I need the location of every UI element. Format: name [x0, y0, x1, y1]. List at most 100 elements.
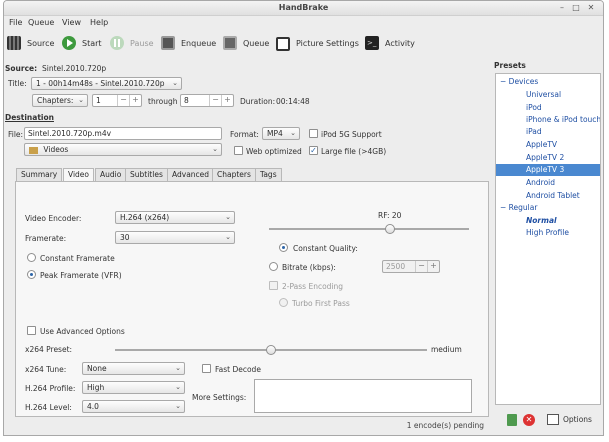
preset-item[interactable]: AppleTV 2	[496, 152, 600, 164]
menu-queue[interactable]: Queue	[28, 18, 54, 27]
tab-tags[interactable]: Tags	[255, 168, 282, 181]
preset-item-selected[interactable]: AppleTV 3	[496, 164, 600, 176]
two-pass-checkbox[interactable]	[269, 281, 278, 290]
increment-icon[interactable]: +	[221, 95, 233, 106]
pause-button[interactable]: Pause	[110, 36, 156, 52]
increment-icon[interactable]: +	[427, 261, 439, 272]
maximize-button[interactable]: □	[571, 3, 581, 13]
file-input[interactable]: Sintel.2010.720p.m4v	[24, 127, 222, 140]
bitrate-label: Bitrate (kbps):	[282, 263, 336, 272]
advanced-options-checkbox[interactable]	[27, 326, 36, 335]
range-end-value: 8	[184, 96, 189, 105]
close-button[interactable]: ✕	[586, 3, 596, 13]
preset-item[interactable]: Android Tablet	[496, 190, 600, 202]
preset-item[interactable]: iPod	[496, 102, 600, 114]
window-title: HandBrake	[278, 3, 329, 12]
large-file-checkbox[interactable]: ✓	[309, 146, 318, 155]
decrement-icon[interactable]: −	[415, 261, 427, 272]
preset-slider-knob[interactable]	[266, 345, 276, 355]
options-icon	[547, 414, 559, 425]
add-preset-icon	[507, 414, 517, 426]
constant-framerate-radio[interactable]	[27, 253, 36, 262]
preset-item[interactable]: iPad	[496, 126, 600, 138]
enqueue-button[interactable]: Enqueue	[161, 36, 219, 52]
enqueue-icon	[161, 36, 175, 50]
increment-icon[interactable]: +	[129, 95, 141, 106]
tab-video[interactable]: Video	[63, 168, 95, 182]
options-button[interactable]: Options	[547, 413, 597, 427]
framerate-select[interactable]: 30 ⌄	[115, 231, 235, 244]
tab-chapters[interactable]: Chapters	[212, 168, 256, 181]
start-button-label: Start	[82, 39, 102, 48]
chevron-down-icon: ⌄	[175, 364, 181, 372]
decrement-icon[interactable]: −	[117, 95, 129, 106]
range-start-value: 1	[96, 96, 101, 105]
menu-help[interactable]: Help	[90, 18, 108, 27]
start-button[interactable]: Start	[62, 36, 104, 52]
quality-slider-track[interactable]	[269, 228, 469, 230]
fast-decode-checkbox[interactable]	[202, 364, 211, 373]
x264-tune-label: x264 Tune:	[25, 365, 67, 374]
constant-quality-label: Constant Quality:	[293, 244, 358, 253]
source-button[interactable]: Source	[7, 36, 57, 52]
peak-framerate-label: Peak Framerate (VFR)	[40, 271, 122, 280]
advanced-options-label: Use Advanced Options	[40, 327, 125, 336]
h264-profile-value: High	[87, 383, 105, 392]
collapse-icon: −	[500, 203, 509, 212]
range-end-spinner[interactable]: 8 − +	[180, 94, 234, 107]
web-optimized-checkbox[interactable]	[234, 146, 243, 155]
menu-view[interactable]: View	[62, 18, 81, 27]
preset-group-devices[interactable]: − Devices	[496, 76, 600, 88]
h264-level-select[interactable]: 4.0 ⌄	[82, 400, 185, 413]
constant-quality-radio[interactable]	[279, 243, 288, 252]
title-select[interactable]: 1 - 00h14m48s - Sintel.2010.720p ⌄	[31, 77, 182, 90]
folder-icon	[29, 146, 38, 154]
fast-decode-label: Fast Decode	[215, 365, 261, 374]
preset-group-regular[interactable]: − Regular	[496, 202, 600, 214]
preset-item[interactable]: Universal	[496, 89, 600, 101]
tab-audio[interactable]: Audio	[95, 168, 127, 181]
bitrate-spinner[interactable]: 2500 − +	[382, 260, 440, 273]
activity-button[interactable]: >_ Activity	[365, 36, 417, 52]
more-settings-label: More Settings:	[192, 393, 247, 402]
turbo-first-pass-checkbox[interactable]	[279, 298, 288, 307]
chevron-down-icon: ⌄	[212, 145, 218, 153]
minimize-button[interactable]: –	[557, 3, 567, 13]
preset-item[interactable]: High Profile	[496, 227, 600, 239]
video-encoder-select[interactable]: H.264 (x264) ⌄	[115, 211, 235, 224]
picture-settings-label: Picture Settings	[296, 39, 359, 48]
preset-group-label: Regular	[508, 203, 538, 212]
folder-value: Videos	[43, 145, 69, 154]
preset-item[interactable]: iPhone & iPod touch	[496, 114, 600, 126]
chevron-down-icon: ⌄	[225, 213, 231, 221]
decrement-icon[interactable]: −	[209, 95, 221, 106]
h264-profile-select[interactable]: High ⌄	[82, 381, 185, 394]
preset-item[interactable]: Android	[496, 177, 600, 189]
add-preset-button[interactable]	[507, 414, 517, 426]
quality-slider-knob[interactable]	[385, 224, 395, 234]
menu-file[interactable]: File	[9, 18, 22, 27]
destination-folder-select[interactable]: Videos ⌄	[24, 143, 222, 156]
tab-subtitles[interactable]: Subtitles	[125, 168, 168, 181]
range-type-select[interactable]: Chapters: ⌄	[32, 94, 88, 107]
film-icon	[7, 36, 21, 50]
picture-settings-button[interactable]: Picture Settings	[276, 36, 360, 52]
preset-item-default[interactable]: Normal	[496, 215, 600, 227]
queue-button[interactable]: Queue	[223, 36, 273, 52]
more-settings-textarea[interactable]	[254, 379, 472, 413]
preset-item[interactable]: AppleTV	[496, 139, 600, 151]
format-select[interactable]: MP4 ⌄	[262, 127, 300, 140]
x264-tune-select[interactable]: None ⌄	[82, 362, 185, 375]
queue-button-label: Queue	[243, 39, 270, 48]
chevron-down-icon: ⌄	[225, 233, 231, 241]
remove-icon: ✕	[525, 415, 533, 424]
bitrate-radio[interactable]	[269, 262, 278, 271]
tab-advanced[interactable]: Advanced	[167, 168, 215, 181]
title-label: Title:	[8, 79, 27, 88]
ipod-checkbox[interactable]	[309, 129, 318, 138]
format-label: Format:	[230, 130, 259, 139]
remove-preset-button[interactable]: ✕	[523, 414, 535, 426]
range-start-spinner[interactable]: 1 − +	[92, 94, 142, 107]
tab-summary[interactable]: Summary	[16, 168, 63, 181]
peak-framerate-radio[interactable]	[27, 270, 36, 279]
